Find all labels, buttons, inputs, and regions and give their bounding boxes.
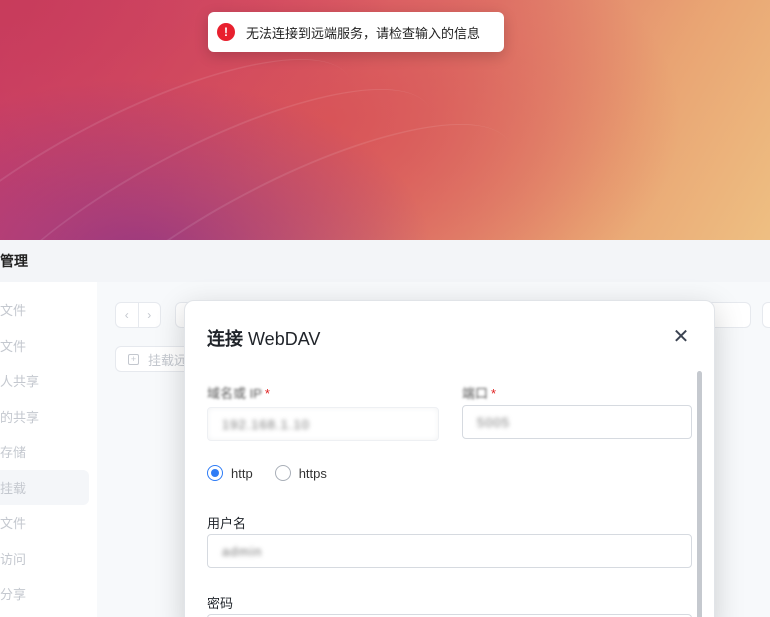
sidebar-item[interactable]: 分享 xyxy=(0,576,89,612)
radio-http[interactable]: http xyxy=(207,465,253,481)
sidebar-item[interactable]: 存储 xyxy=(0,434,89,470)
error-icon: ! xyxy=(217,23,235,41)
sidebar-item[interactable]: 文件 xyxy=(0,328,89,364)
close-icon[interactable]: ✕ xyxy=(671,325,691,348)
username-label: 用户名 xyxy=(207,516,247,531)
window-title: 管理 xyxy=(0,253,28,269)
sidebar-item[interactable]: 文件 xyxy=(0,292,89,328)
dialog-title: 连接 WebDAV xyxy=(207,329,321,349)
sidebar-item-active[interactable]: 挂载 xyxy=(0,469,89,505)
password-label: 密码 xyxy=(207,596,234,611)
radio-https[interactable]: https xyxy=(274,465,327,481)
sidebar-item[interactable]: 访问 xyxy=(0,541,89,577)
chevron-right-icon[interactable]: › xyxy=(137,303,161,327)
protocol-radio-group: http https xyxy=(207,465,349,481)
radio-button[interactable] xyxy=(274,465,291,481)
chevron-left-icon[interactable]: ‹ xyxy=(116,303,138,327)
sidebar-item[interactable]: 的共享 xyxy=(0,399,89,435)
dialog-scrollbar[interactable] xyxy=(695,369,704,617)
host-input[interactable]: 192.168.1.10 xyxy=(207,407,439,441)
plus-icon: + xyxy=(128,353,139,365)
port-input[interactable]: 5005 xyxy=(462,405,692,439)
username-input[interactable]: admin xyxy=(207,534,692,568)
webdav-connect-dialog: 连接 WebDAV ✕ 域名或 IP * 192.168.1.10 端口 * 500… xyxy=(184,300,715,617)
sidebar-item[interactable]: 文件 xyxy=(0,505,89,541)
error-toast: ! 无法连接到远端服务，请检查输入的信息 xyxy=(208,12,504,52)
window-titlebar: 管理 xyxy=(0,240,770,282)
radio-button-checked[interactable] xyxy=(207,465,223,481)
host-label: 域名或 IP * xyxy=(207,386,270,401)
sidebar-item[interactable]: 人共享 xyxy=(0,363,89,399)
toast-message: 无法连接到远端服务，请检查输入的信息 xyxy=(246,25,481,41)
port-label: 端口 * xyxy=(462,386,497,401)
scrollbar-thumb[interactable] xyxy=(697,371,702,617)
history-nav: ‹ › xyxy=(115,302,161,328)
sidebar: 文件 文件 人共享 的共享 存储 挂载 文件 访问 分享 xyxy=(0,282,97,617)
mount-remote-label: 挂载远 xyxy=(148,352,188,368)
search-box[interactable] xyxy=(762,302,770,328)
